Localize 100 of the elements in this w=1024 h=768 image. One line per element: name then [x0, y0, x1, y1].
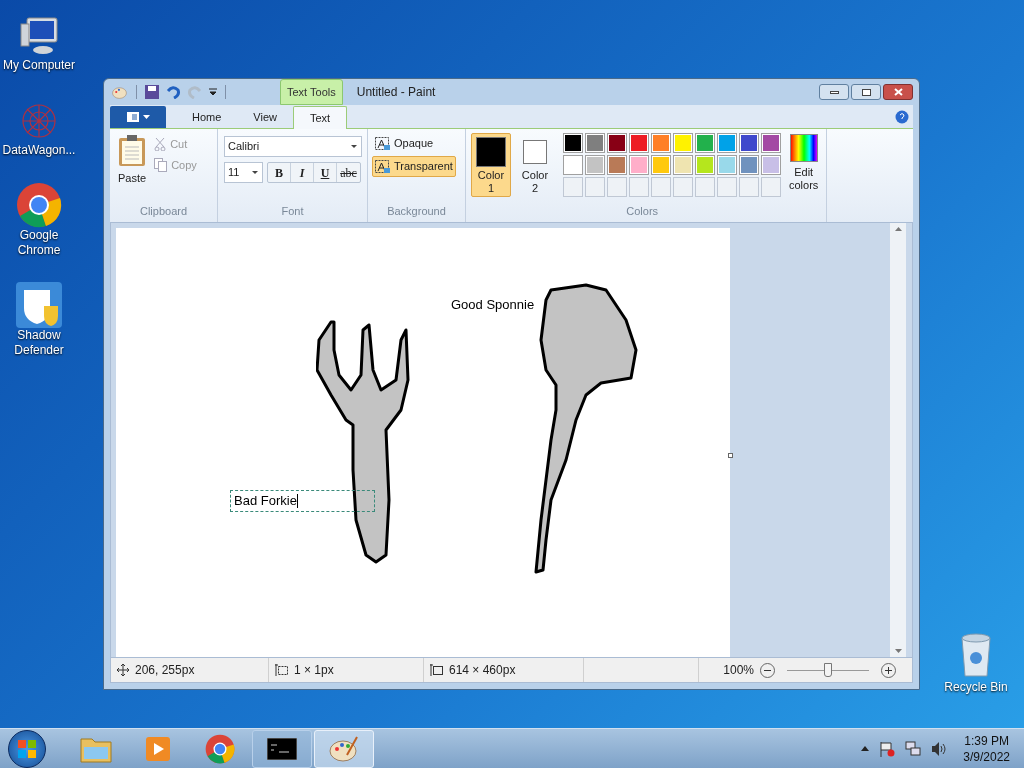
- document-icon: [126, 111, 139, 122]
- copy-icon: [154, 158, 168, 172]
- taskbar-button[interactable]: [252, 729, 312, 768]
- save-icon[interactable]: [145, 85, 159, 99]
- window-title: Untitled - Paint: [356, 84, 436, 101]
- empty-swatch[interactable]: [695, 177, 715, 197]
- group-label: Clipboard: [138, 203, 189, 219]
- help-icon[interactable]: [895, 109, 909, 124]
- color-swatch[interactable]: [629, 133, 649, 153]
- empty-swatch[interactable]: [563, 177, 583, 197]
- color-swatch[interactable]: [629, 155, 649, 175]
- color-swatch[interactable]: [673, 155, 693, 175]
- color-swatch[interactable]: [761, 133, 781, 153]
- color-swatch[interactable]: [717, 133, 737, 153]
- color-swatch[interactable]: [695, 155, 715, 175]
- desktop-icon-label[interactable]: Google Chrome: [0, 228, 81, 258]
- contextual-tab-label: Text Tools: [280, 79, 343, 105]
- caret-icon: [142, 114, 150, 119]
- ribbon-tab[interactable]: Text: [293, 106, 348, 129]
- dropdown-icon[interactable]: [209, 88, 217, 96]
- palette-icon: [329, 734, 359, 763]
- font-size-dropdown[interactable]: 11: [224, 162, 263, 183]
- minimize-button[interactable]: [819, 84, 849, 100]
- color-swatch[interactable]: [673, 133, 693, 153]
- shield-icon: [16, 282, 62, 328]
- underline-button[interactable]: U: [314, 163, 337, 182]
- empty-swatch[interactable]: [673, 177, 693, 197]
- color-swatch[interactable]: [607, 133, 627, 153]
- text-style-icon: [375, 136, 391, 151]
- ribbon-tab[interactable]: View: [237, 106, 293, 128]
- ribbon-tab[interactable]: Home: [176, 106, 238, 128]
- desktop-icon-label[interactable]: Shadow Defender: [0, 328, 81, 358]
- color-selector-button[interactable]: Color 1: [471, 133, 511, 197]
- chrome-icon: [16, 182, 62, 228]
- empty-swatch[interactable]: [739, 177, 759, 197]
- scissors-icon: [154, 137, 167, 151]
- empty-swatch[interactable]: [607, 177, 627, 197]
- color-swatch[interactable]: [585, 133, 605, 153]
- edit-colors-button[interactable]: Edit colors: [789, 133, 819, 203]
- clock[interactable]: 1:39 PM 3/9/2022: [963, 732, 1010, 765]
- background-option[interactable]: Opaque: [372, 133, 437, 154]
- start-button[interactable]: [8, 729, 46, 768]
- text-style-icon: [375, 159, 391, 174]
- color-swatch[interactable]: [563, 133, 583, 153]
- strike-button[interactable]: abc: [337, 163, 360, 182]
- clipboard-icon: [118, 135, 147, 167]
- drawing-canvas[interactable]: Good Sponnie Bad Forkie: [116, 228, 730, 657]
- empty-swatch[interactable]: [717, 177, 737, 197]
- color-swatch[interactable]: [761, 155, 781, 175]
- color-swatch[interactable]: [563, 155, 583, 175]
- desktop-icon-label[interactable]: My Computer: [3, 58, 75, 73]
- color-swatch[interactable]: [651, 133, 671, 153]
- color-swatch[interactable]: [739, 155, 759, 175]
- empty-swatch[interactable]: [761, 177, 781, 197]
- canvas-size: 614 × 460px: [449, 662, 516, 679]
- close-icon: [893, 88, 903, 96]
- color-swatch[interactable]: [585, 155, 605, 175]
- resize-handle[interactable]: [728, 453, 733, 458]
- speaker-icon[interactable]: [931, 740, 948, 757]
- zoom-level: 100%: [723, 662, 754, 679]
- italic-button[interactable]: I: [291, 163, 314, 182]
- terminal-icon: [267, 737, 297, 760]
- empty-swatch[interactable]: [651, 177, 671, 197]
- undo-icon[interactable]: [165, 85, 181, 99]
- application-menu-button[interactable]: [110, 105, 166, 128]
- cursor-position: 206, 255px: [135, 662, 195, 679]
- font-family-dropdown[interactable]: Calibri: [224, 136, 362, 157]
- play-icon: [144, 734, 172, 763]
- network-icon[interactable]: [905, 740, 922, 757]
- paste-button[interactable]: Paste: [118, 135, 147, 203]
- caret-icon: [351, 145, 357, 148]
- bold-button[interactable]: B: [268, 163, 291, 182]
- flag-icon[interactable]: [879, 740, 896, 757]
- canvas-text: Good Sponnie: [451, 296, 535, 314]
- group-label: Background: [386, 203, 447, 219]
- color-swatch[interactable]: [739, 133, 759, 153]
- maximize-button[interactable]: [851, 84, 881, 100]
- vertical-scrollbar[interactable]: [890, 223, 906, 657]
- color-swatch[interactable]: [651, 155, 671, 175]
- empty-swatch[interactable]: [629, 177, 649, 197]
- zoom-slider-thumb[interactable]: [824, 663, 832, 677]
- selection-size-icon: [275, 664, 288, 676]
- background-option[interactable]: Transparent: [372, 156, 456, 177]
- color-swatch[interactable]: [695, 133, 715, 153]
- color-swatch[interactable]: [717, 155, 737, 175]
- empty-swatch[interactable]: [585, 177, 605, 197]
- selection-size: 1 × 1px: [294, 662, 334, 679]
- zoom-slider[interactable]: [787, 662, 869, 678]
- close-button[interactable]: [883, 84, 913, 100]
- trash-bin-icon: [959, 632, 993, 678]
- palette-icon[interactable]: [112, 84, 128, 100]
- chrome-icon: [205, 733, 235, 764]
- color-swatch[interactable]: [607, 155, 627, 175]
- windows-logo-icon: [18, 739, 36, 758]
- color-spectrum-icon: [789, 134, 818, 162]
- desktop-icon-label[interactable]: DataWagon...: [2, 143, 76, 158]
- canvas-size-icon: [430, 664, 443, 676]
- show-hidden-icons-icon[interactable]: [861, 746, 870, 751]
- text-box[interactable]: Bad Forkie: [230, 490, 375, 512]
- color-selector-button[interactable]: Color 2: [515, 133, 555, 197]
